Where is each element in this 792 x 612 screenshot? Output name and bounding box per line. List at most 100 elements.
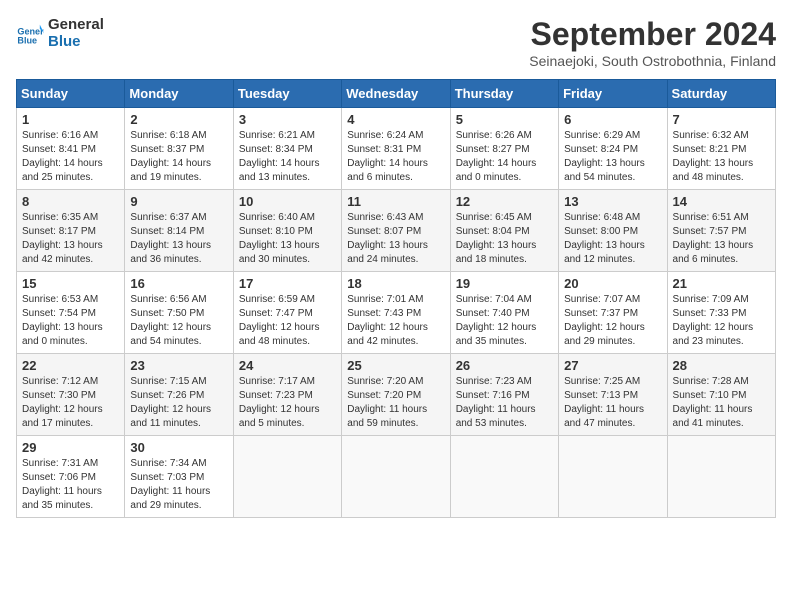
calendar-week-row: 22 Sunrise: 7:12 AM Sunset: 7:30 PM Dayl… <box>17 354 776 436</box>
day-sunset: Sunset: 8:24 PM <box>564 144 638 155</box>
calendar-cell: 28 Sunrise: 7:28 AM Sunset: 7:10 PM Dayl… <box>667 354 775 436</box>
day-daylight: Daylight: 13 hours and 48 minutes. <box>673 158 754 183</box>
day-daylight: Daylight: 13 hours and 18 minutes. <box>456 240 537 265</box>
col-header-thursday: Thursday <box>450 80 558 108</box>
day-number: 27 <box>564 358 661 373</box>
calendar-header-row: SundayMondayTuesdayWednesdayThursdayFrid… <box>17 80 776 108</box>
calendar-cell <box>559 436 667 518</box>
day-daylight: Daylight: 13 hours and 54 minutes. <box>564 158 645 183</box>
day-sunrise: Sunrise: 7:25 AM <box>564 376 640 387</box>
day-number: 19 <box>456 276 553 291</box>
day-number: 26 <box>456 358 553 373</box>
logo: General Blue General Blue <box>16 16 104 50</box>
day-sunset: Sunset: 8:21 PM <box>673 144 747 155</box>
day-sunrise: Sunrise: 6:16 AM <box>22 130 98 141</box>
calendar-cell: 2 Sunrise: 6:18 AM Sunset: 8:37 PM Dayli… <box>125 108 233 190</box>
day-number: 7 <box>673 112 770 127</box>
day-sunset: Sunset: 8:17 PM <box>22 226 96 237</box>
day-sunrise: Sunrise: 6:48 AM <box>564 212 640 223</box>
day-daylight: Daylight: 13 hours and 24 minutes. <box>347 240 428 265</box>
day-number: 3 <box>239 112 336 127</box>
day-sunrise: Sunrise: 6:18 AM <box>130 130 206 141</box>
day-number: 9 <box>130 194 227 209</box>
day-sunset: Sunset: 8:14 PM <box>130 226 204 237</box>
day-daylight: Daylight: 14 hours and 6 minutes. <box>347 158 428 183</box>
calendar-cell: 24 Sunrise: 7:17 AM Sunset: 7:23 PM Dayl… <box>233 354 341 436</box>
day-sunrise: Sunrise: 7:31 AM <box>22 458 98 469</box>
calendar-cell: 7 Sunrise: 6:32 AM Sunset: 8:21 PM Dayli… <box>667 108 775 190</box>
logo-text-general: General <box>48 16 104 33</box>
calendar-cell: 6 Sunrise: 6:29 AM Sunset: 8:24 PM Dayli… <box>559 108 667 190</box>
day-sunset: Sunset: 8:10 PM <box>239 226 313 237</box>
col-header-wednesday: Wednesday <box>342 80 450 108</box>
day-daylight: Daylight: 12 hours and 35 minutes. <box>456 322 537 347</box>
calendar-cell: 11 Sunrise: 6:43 AM Sunset: 8:07 PM Dayl… <box>342 190 450 272</box>
day-number: 24 <box>239 358 336 373</box>
calendar-cell: 16 Sunrise: 6:56 AM Sunset: 7:50 PM Dayl… <box>125 272 233 354</box>
calendar-cell: 27 Sunrise: 7:25 AM Sunset: 7:13 PM Dayl… <box>559 354 667 436</box>
day-sunrise: Sunrise: 7:23 AM <box>456 376 532 387</box>
calendar-cell: 18 Sunrise: 7:01 AM Sunset: 7:43 PM Dayl… <box>342 272 450 354</box>
day-sunset: Sunset: 8:37 PM <box>130 144 204 155</box>
calendar-cell <box>342 436 450 518</box>
day-sunset: Sunset: 7:47 PM <box>239 308 313 319</box>
calendar-cell: 5 Sunrise: 6:26 AM Sunset: 8:27 PM Dayli… <box>450 108 558 190</box>
day-sunset: Sunset: 7:40 PM <box>456 308 530 319</box>
day-daylight: Daylight: 11 hours and 59 minutes. <box>347 404 427 429</box>
day-sunset: Sunset: 8:41 PM <box>22 144 96 155</box>
day-number: 23 <box>130 358 227 373</box>
calendar-cell: 29 Sunrise: 7:31 AM Sunset: 7:06 PM Dayl… <box>17 436 125 518</box>
day-daylight: Daylight: 11 hours and 41 minutes. <box>673 404 753 429</box>
calendar-cell: 17 Sunrise: 6:59 AM Sunset: 7:47 PM Dayl… <box>233 272 341 354</box>
day-sunrise: Sunrise: 6:26 AM <box>456 130 532 141</box>
day-sunrise: Sunrise: 6:35 AM <box>22 212 98 223</box>
day-daylight: Daylight: 11 hours and 29 minutes. <box>130 486 210 511</box>
calendar-cell: 12 Sunrise: 6:45 AM Sunset: 8:04 PM Dayl… <box>450 190 558 272</box>
day-sunset: Sunset: 7:13 PM <box>564 390 638 401</box>
calendar-week-row: 8 Sunrise: 6:35 AM Sunset: 8:17 PM Dayli… <box>17 190 776 272</box>
day-sunrise: Sunrise: 6:56 AM <box>130 294 206 305</box>
day-sunset: Sunset: 7:54 PM <box>22 308 96 319</box>
day-number: 6 <box>564 112 661 127</box>
day-sunrise: Sunrise: 6:29 AM <box>564 130 640 141</box>
day-number: 10 <box>239 194 336 209</box>
calendar-cell: 25 Sunrise: 7:20 AM Sunset: 7:20 PM Dayl… <box>342 354 450 436</box>
calendar-cell: 8 Sunrise: 6:35 AM Sunset: 8:17 PM Dayli… <box>17 190 125 272</box>
day-sunrise: Sunrise: 6:43 AM <box>347 212 423 223</box>
day-number: 14 <box>673 194 770 209</box>
calendar-cell: 3 Sunrise: 6:21 AM Sunset: 8:34 PM Dayli… <box>233 108 341 190</box>
day-number: 21 <box>673 276 770 291</box>
day-sunset: Sunset: 8:34 PM <box>239 144 313 155</box>
day-sunset: Sunset: 8:07 PM <box>347 226 421 237</box>
day-sunrise: Sunrise: 6:37 AM <box>130 212 206 223</box>
calendar-week-row: 1 Sunrise: 6:16 AM Sunset: 8:41 PM Dayli… <box>17 108 776 190</box>
day-number: 4 <box>347 112 444 127</box>
day-sunset: Sunset: 7:26 PM <box>130 390 204 401</box>
day-sunrise: Sunrise: 7:04 AM <box>456 294 532 305</box>
day-sunset: Sunset: 7:10 PM <box>673 390 747 401</box>
day-sunrise: Sunrise: 7:28 AM <box>673 376 749 387</box>
logo-icon: General Blue <box>16 19 44 47</box>
day-sunrise: Sunrise: 6:53 AM <box>22 294 98 305</box>
day-daylight: Daylight: 14 hours and 19 minutes. <box>130 158 211 183</box>
day-sunrise: Sunrise: 7:17 AM <box>239 376 315 387</box>
day-number: 18 <box>347 276 444 291</box>
day-daylight: Daylight: 11 hours and 35 minutes. <box>22 486 102 511</box>
calendar-cell: 1 Sunrise: 6:16 AM Sunset: 8:41 PM Dayli… <box>17 108 125 190</box>
day-sunrise: Sunrise: 6:24 AM <box>347 130 423 141</box>
day-daylight: Daylight: 13 hours and 6 minutes. <box>673 240 754 265</box>
day-daylight: Daylight: 12 hours and 48 minutes. <box>239 322 320 347</box>
calendar-cell: 23 Sunrise: 7:15 AM Sunset: 7:26 PM Dayl… <box>125 354 233 436</box>
day-number: 2 <box>130 112 227 127</box>
calendar-cell: 26 Sunrise: 7:23 AM Sunset: 7:16 PM Dayl… <box>450 354 558 436</box>
day-daylight: Daylight: 14 hours and 25 minutes. <box>22 158 103 183</box>
calendar-cell: 4 Sunrise: 6:24 AM Sunset: 8:31 PM Dayli… <box>342 108 450 190</box>
day-sunset: Sunset: 8:31 PM <box>347 144 421 155</box>
day-sunrise: Sunrise: 7:20 AM <box>347 376 423 387</box>
day-sunset: Sunset: 8:00 PM <box>564 226 638 237</box>
day-sunset: Sunset: 8:27 PM <box>456 144 530 155</box>
day-number: 28 <box>673 358 770 373</box>
day-sunrise: Sunrise: 7:15 AM <box>130 376 206 387</box>
day-daylight: Daylight: 12 hours and 23 minutes. <box>673 322 754 347</box>
calendar-cell: 14 Sunrise: 6:51 AM Sunset: 7:57 PM Dayl… <box>667 190 775 272</box>
